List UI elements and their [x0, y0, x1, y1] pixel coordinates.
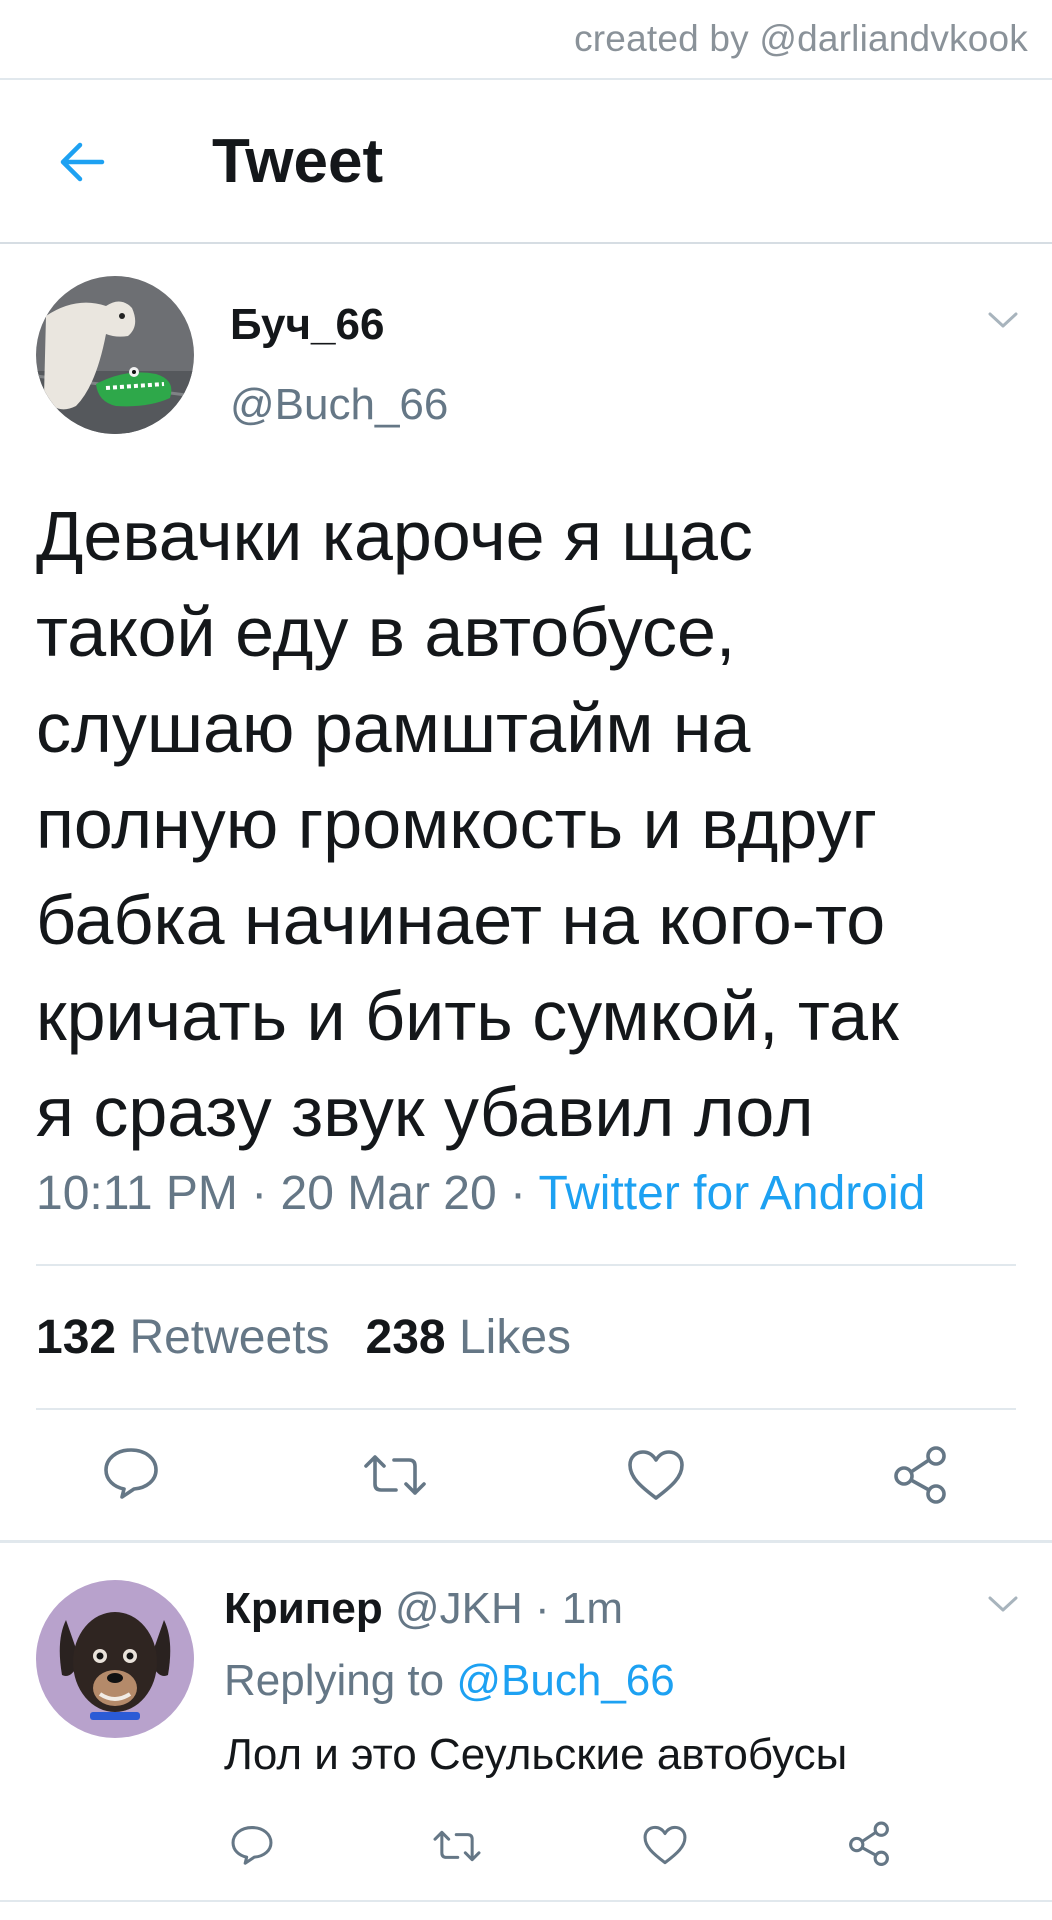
reply-header: Крипер @JKH · 1m [224, 1584, 623, 1634]
divider [0, 1900, 1052, 1902]
tweet-text-line: бабка начинает на кого-то [36, 881, 886, 959]
likes-label: Likes [458, 1311, 572, 1364]
author-handle[interactable]: @Buch_66 [230, 380, 448, 430]
tweet-text-line: такой еду в автобусе, [36, 593, 736, 671]
reply-bubble-icon[interactable] [230, 1824, 274, 1866]
reply-text: Лол и это Сеульские автобусы [224, 1730, 848, 1779]
retweets-stat[interactable]: 132 Retweets [36, 1311, 330, 1364]
reply-author-avatar[interactable] [36, 1580, 194, 1738]
retweet-icon[interactable] [432, 1828, 482, 1864]
replying-to-prefix: Replying to [224, 1656, 457, 1705]
likes-count: 238 [365, 1311, 446, 1364]
retweets-label: Retweets [129, 1311, 330, 1364]
chevron-down-icon[interactable] [986, 308, 1020, 332]
tweet-date: 20 Mar 20 [280, 1167, 497, 1220]
reply-bubble-icon[interactable] [102, 1446, 160, 1500]
replying-to-link[interactable]: @Buch_66 [456, 1656, 674, 1705]
credit-text: created by @darliandvkook [574, 18, 1028, 59]
replying-to: Replying to @Buch_66 [224, 1656, 675, 1706]
divider [36, 1264, 1016, 1266]
share-icon[interactable] [846, 1820, 892, 1866]
tweet-text: Девачки кароче я щас такой еду в автобус… [36, 488, 1026, 1160]
tweet-meta: 10:11 PM · 20 Mar 20 · Twitter for Andro… [36, 1166, 925, 1221]
reply-age: 1m [561, 1584, 623, 1633]
tweet-header: Tweet [0, 80, 1052, 244]
meta-separator: · [496, 1167, 539, 1220]
divider [36, 1408, 1016, 1410]
reply-display-name[interactable]: Крипер [224, 1584, 383, 1633]
meta-separator: · [237, 1167, 281, 1220]
tweet-text-line: кричать и бить сумкой, так [36, 977, 899, 1055]
retweets-count: 132 [36, 1311, 117, 1364]
page-title: Tweet [212, 127, 384, 196]
reply-handle[interactable]: @JKH [395, 1584, 523, 1633]
retweet-icon[interactable] [362, 1452, 428, 1498]
arrow-left-icon[interactable] [56, 136, 108, 188]
tweet-stats: 132 Retweets 238 Likes [36, 1310, 571, 1365]
tweet-time: 10:11 PM [36, 1167, 238, 1220]
likes-stat[interactable]: 238 Likes [366, 1311, 572, 1364]
tweet-client-link[interactable]: Twitter for Android [538, 1167, 925, 1220]
author-display-name[interactable]: Буч_66 [230, 300, 384, 350]
tweet-text-line: полную громкость и вдруг [36, 785, 878, 863]
tweet-text-line: слушаю рамштайм на [36, 689, 751, 767]
author-avatar[interactable] [36, 276, 194, 434]
tweet-text-line: Девачки кароче я щас [36, 497, 753, 575]
chevron-down-icon[interactable] [986, 1592, 1020, 1616]
share-icon[interactable] [890, 1444, 950, 1504]
heart-icon[interactable] [642, 1824, 688, 1866]
meta-separator: · [522, 1584, 562, 1633]
heart-icon[interactable] [626, 1448, 686, 1502]
tweet-text-line: я сразу звук убавил лол [36, 1073, 814, 1151]
credit-bar: created by @darliandvkook [0, 0, 1052, 80]
section-divider [0, 1540, 1052, 1543]
